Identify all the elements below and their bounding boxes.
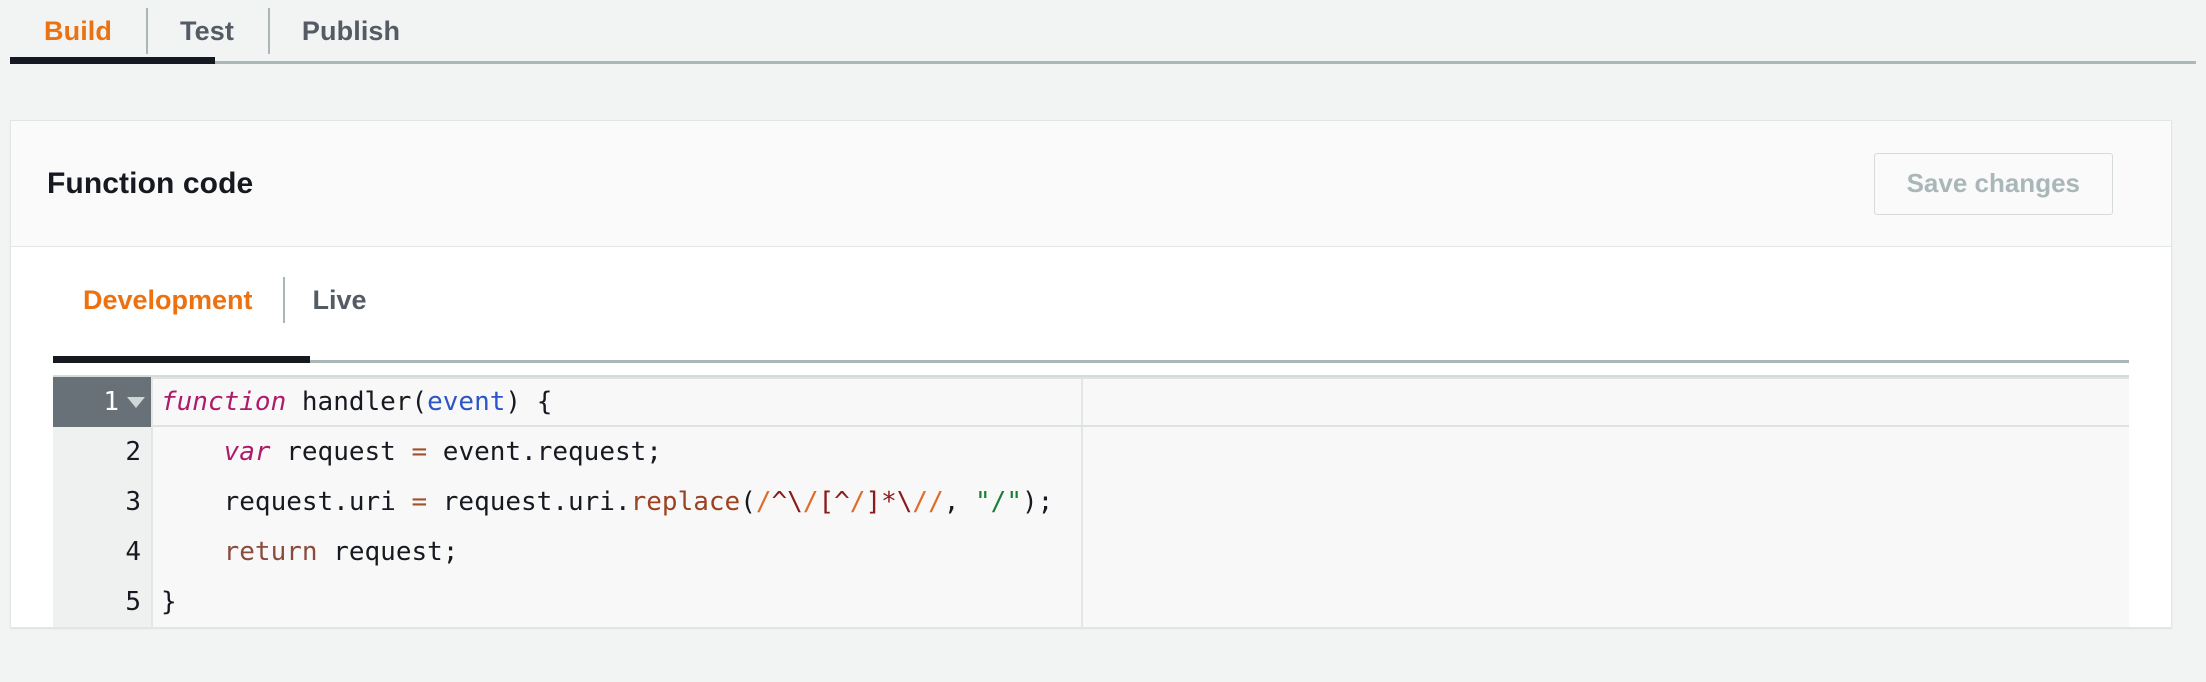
top-tab-list: Build Test Publish: [0, 0, 2206, 62]
code-token: request.uri.: [427, 487, 631, 517]
line-number-3[interactable]: 3: [53, 477, 151, 527]
code-token: "/": [975, 487, 1022, 517]
code-token: /: [928, 487, 944, 517]
function-code-card-header: Function code Save changes: [11, 121, 2171, 247]
top-tabs-divider: [10, 61, 2196, 64]
tab-build[interactable]: Build: [10, 0, 146, 62]
function-code-card: Function code Save changes Development L…: [10, 120, 2172, 628]
code-token: request;: [317, 537, 459, 567]
code-token: [^: [818, 487, 850, 517]
line-number-gutter[interactable]: 1 2 3 4 5: [53, 377, 153, 627]
code-line-5[interactable]: }: [153, 577, 2129, 627]
code-token: var: [223, 437, 271, 467]
inner-tab-list: Development Live: [11, 257, 2171, 343]
code-content-area[interactable]: function handler(event) { var request = …: [153, 377, 2129, 627]
code-token: return: [223, 537, 318, 567]
code-line-2[interactable]: var request = event.request;: [153, 427, 2129, 477]
tab-publish[interactable]: Publish: [267, 0, 434, 62]
inner-tabs-active-indicator: [53, 356, 310, 363]
code-token: event.request;: [427, 437, 662, 467]
build-test-publish-tab-strip: Build Test Publish: [0, 0, 2206, 92]
code-token: replace: [630, 487, 741, 517]
code-token: ^: [771, 487, 788, 517]
top-tabs-active-indicator: [10, 57, 215, 64]
code-editor[interactable]: 1 2 3 4 5 function handler(event) {var …: [53, 375, 2129, 627]
tab-test-label: Test: [180, 15, 234, 46]
tab-build-label: Build: [44, 15, 112, 46]
code-token: ,: [943, 487, 976, 517]
line-number-5-label: 5: [125, 587, 141, 617]
code-line-3[interactable]: request.uri = request.uri.replace(/^\/[^…: [153, 477, 2129, 527]
line-number-3-label: 3: [125, 487, 141, 517]
code-token: /: [849, 487, 866, 517]
code-token: );: [1022, 487, 1054, 517]
line-number-4[interactable]: 4: [53, 527, 151, 577]
tab-publish-label: Publish: [301, 15, 401, 46]
chevron-down-icon[interactable]: [127, 396, 145, 408]
code-token: =: [411, 487, 428, 517]
code-token: /: [912, 487, 929, 517]
code-token: =: [411, 437, 428, 467]
function-code-card-body: Development Live 1 2 3 4 5 function hand…: [11, 247, 2171, 627]
code-token: request.uri: [161, 487, 412, 517]
code-token: ]*: [865, 487, 897, 517]
tab-live-label: Live: [312, 284, 367, 315]
code-token: event: [427, 387, 506, 417]
development-live-tab-strip: Development Live: [11, 257, 2171, 375]
code-token: /: [755, 487, 772, 517]
line-number-2-label: 2: [125, 437, 141, 467]
code-token: /: [802, 487, 819, 517]
line-number-1[interactable]: 1: [53, 377, 151, 427]
code-token: handler(: [286, 387, 428, 417]
line-number-5[interactable]: 5: [53, 577, 151, 627]
code-line-1[interactable]: function handler(event) {: [153, 377, 2129, 427]
tab-development[interactable]: Development: [53, 257, 283, 343]
save-changes-label: Save changes: [1906, 168, 2080, 198]
code-token: request: [270, 437, 412, 467]
line-number-2[interactable]: 2: [53, 427, 151, 477]
tab-live[interactable]: Live: [282, 257, 397, 343]
code-token: \: [787, 487, 803, 517]
tab-development-label: Development: [83, 284, 253, 315]
code-token: (: [740, 487, 756, 517]
code-editor-inner: 1 2 3 4 5 function handler(event) {var …: [53, 377, 2129, 627]
save-changes-button[interactable]: Save changes: [1873, 152, 2113, 215]
line-number-1-label: 1: [103, 387, 119, 417]
inner-tabs-divider: [53, 360, 2129, 363]
code-token: \: [896, 487, 913, 517]
tab-test[interactable]: Test: [146, 0, 268, 62]
code-lines: function handler(event) { var request = …: [153, 377, 2129, 627]
page-title: Function code: [47, 166, 254, 200]
code-token: }: [161, 587, 177, 617]
code-line-4[interactable]: return request;: [153, 527, 2129, 577]
code-token: function: [161, 387, 287, 417]
code-token: ) {: [505, 387, 553, 417]
line-number-4-label: 4: [125, 537, 141, 567]
